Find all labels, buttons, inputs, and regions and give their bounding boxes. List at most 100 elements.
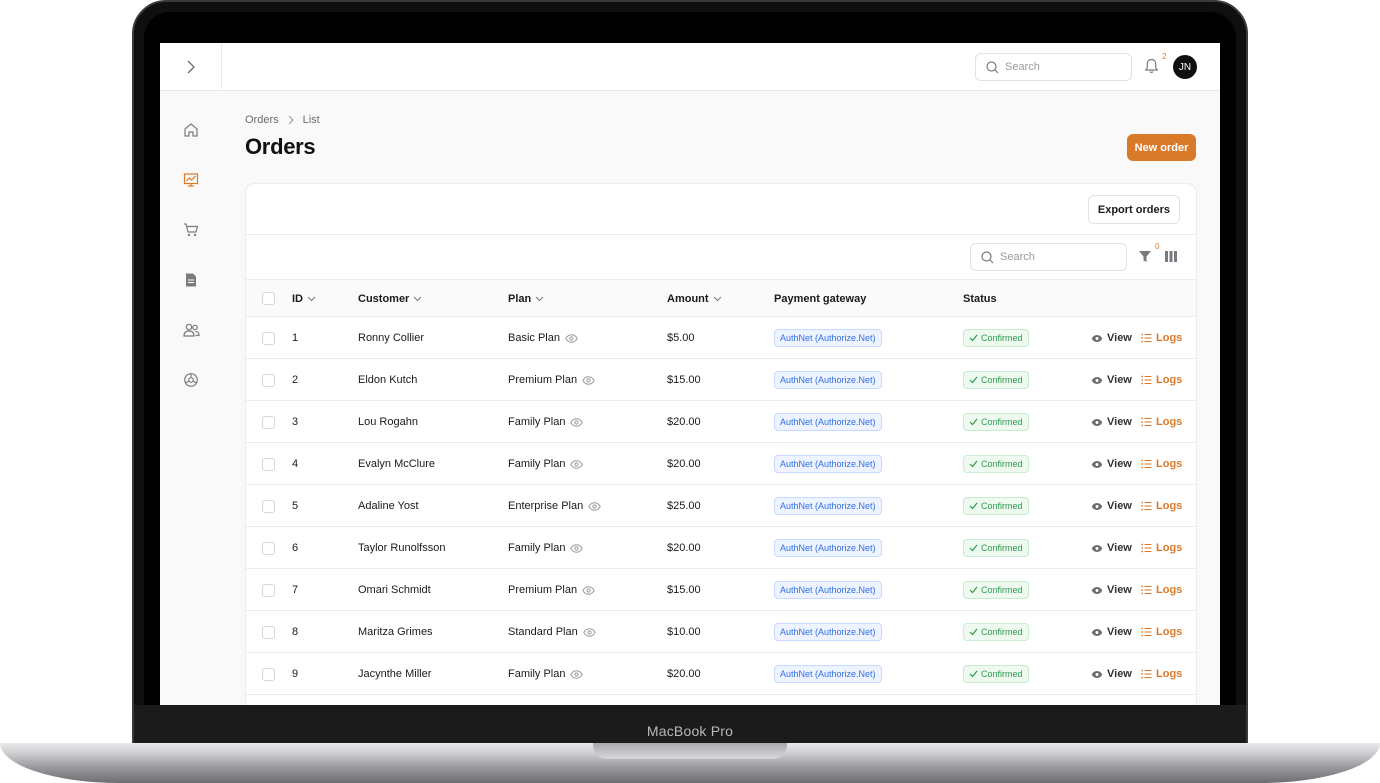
- gateway-badge: AuthNet (Authorize.Net): [774, 539, 882, 557]
- export-orders-button[interactable]: Export orders: [1087, 195, 1180, 224]
- logs-action: Logs: [1141, 626, 1182, 638]
- view-button[interactable]: View: [1091, 569, 1132, 611]
- global-search-input[interactable]: [1005, 61, 1115, 73]
- chevron-down-icon: [713, 296, 721, 301]
- customer-name: Eldon Kutch: [358, 374, 418, 386]
- table-row[interactable]: 6 Taylor Runolfsson Family Plan $20.00 AuthN…: [246, 527, 1196, 569]
- filter-button[interactable]: [1138, 250, 1152, 268]
- check-icon: [969, 586, 978, 594]
- row-checkbox[interactable]: [262, 583, 275, 597]
- plan-preview-button[interactable]: [570, 459, 584, 469]
- order-id: 4: [292, 458, 299, 470]
- sidebar-item-reports[interactable]: [180, 169, 202, 191]
- users-icon: [182, 323, 200, 337]
- gateway-cell: AuthNet (Authorize.Net): [774, 317, 882, 359]
- logs-button[interactable]: Logs: [1141, 485, 1182, 527]
- plan-name: Family Plan: [508, 668, 566, 680]
- list-icon: [1141, 585, 1152, 595]
- table-row[interactable]: 2 Eldon Kutch Premium Plan $15.00 AuthNet (A…: [246, 359, 1196, 401]
- eye-icon: [570, 417, 584, 427]
- sidebar-toggle[interactable]: [160, 43, 222, 90]
- gateway-cell: AuthNet (Authorize.Net): [774, 527, 882, 569]
- row-checkbox[interactable]: [262, 625, 275, 639]
- plan-preview-button[interactable]: [588, 501, 601, 511]
- table-row[interactable]: 8 Maritza Grimes Standard Plan $10.00 AuthNe…: [246, 611, 1196, 653]
- logs-button[interactable]: Logs: [1141, 569, 1182, 611]
- plan-cell: Family Plan: [508, 443, 584, 485]
- logs-button[interactable]: Logs: [1141, 401, 1182, 443]
- columns-toggle-button[interactable]: [1164, 250, 1178, 268]
- column-header-customer[interactable]: Customer: [358, 280, 422, 317]
- table-row[interactable]: 1 Ronny Collier Basic Plan $5.00 AuthNet (Au…: [246, 317, 1196, 359]
- plan-preview-button[interactable]: [582, 585, 595, 595]
- table-search-input[interactable]: [1000, 251, 1110, 263]
- eye-icon: [1091, 418, 1103, 426]
- sidebar-item-documents[interactable]: [180, 269, 202, 291]
- view-button[interactable]: View: [1091, 611, 1132, 653]
- row-checkbox[interactable]: [262, 457, 275, 471]
- order-amount: $20.00: [667, 668, 701, 680]
- table-row[interactable]: 7 Omari Schmidt Premium Plan $15.00 AuthNet …: [246, 569, 1196, 611]
- gateway-badge: AuthNet (Authorize.Net): [774, 623, 882, 641]
- view-button[interactable]: View: [1091, 359, 1132, 401]
- plan-preview-button[interactable]: [570, 669, 584, 679]
- view-button[interactable]: View: [1091, 485, 1132, 527]
- view-button[interactable]: View: [1091, 653, 1132, 695]
- plan-cell: Family Plan: [508, 653, 584, 695]
- table-search[interactable]: [970, 243, 1127, 271]
- eye-icon: [1091, 502, 1103, 510]
- row-select-cell: [262, 401, 275, 443]
- logs-label: Logs: [1156, 542, 1183, 554]
- column-header-id[interactable]: ID: [292, 280, 316, 317]
- table-row[interactable]: 5 Adaline Yost Enterprise Plan $25.00 AuthNe…: [246, 485, 1196, 527]
- plan-preview-button[interactable]: [582, 375, 595, 385]
- sidebar-item-users[interactable]: [180, 319, 202, 341]
- logs-button[interactable]: Logs: [1141, 359, 1182, 401]
- row-checkbox[interactable]: [262, 667, 275, 681]
- column-header-amount[interactable]: Amount: [667, 280, 722, 317]
- table-row[interactable]: 9 Jacynthe Miller Family Plan $20.00 AuthNet…: [246, 653, 1196, 695]
- plan-preview-button[interactable]: [570, 417, 584, 427]
- logs-button[interactable]: Logs: [1141, 653, 1182, 695]
- avatar[interactable]: JN: [1173, 55, 1197, 79]
- row-checkbox[interactable]: [262, 499, 275, 513]
- row-checkbox[interactable]: [262, 331, 275, 345]
- row-checkbox[interactable]: [262, 373, 275, 387]
- logs-button[interactable]: Logs: [1141, 527, 1182, 569]
- logs-button[interactable]: Logs: [1141, 611, 1182, 653]
- global-search[interactable]: [975, 53, 1132, 81]
- logs-button[interactable]: Logs: [1141, 443, 1182, 485]
- filter-count-badge: 0: [1155, 242, 1160, 251]
- row-checkbox[interactable]: [262, 415, 275, 429]
- status-label: Confirmed: [981, 459, 1023, 469]
- view-button[interactable]: View: [1091, 443, 1132, 485]
- notifications-button[interactable]: [1144, 58, 1159, 79]
- view-button[interactable]: View: [1091, 317, 1132, 359]
- order-amount: $10.00: [667, 626, 701, 638]
- plan-preview-button[interactable]: [565, 333, 578, 343]
- table-row[interactable]: 3 Lou Rogahn Family Plan $20.00 AuthNet (Aut…: [246, 401, 1196, 443]
- plan-preview-button[interactable]: [570, 543, 584, 553]
- logs-label: Logs: [1156, 668, 1183, 680]
- sidebar-item-settings[interactable]: [180, 369, 202, 391]
- logs-button[interactable]: Logs: [1141, 317, 1182, 359]
- eye-icon: [570, 459, 584, 469]
- plan-preview-button[interactable]: [582, 627, 596, 637]
- table-body: 1 Ronny Collier Basic Plan $5.00 AuthNet (Au…: [246, 317, 1196, 695]
- row-checkbox[interactable]: [262, 541, 275, 555]
- select-all-checkbox[interactable]: [262, 292, 275, 305]
- gateway-badge: AuthNet (Authorize.Net): [774, 455, 882, 473]
- check-icon: [969, 502, 978, 510]
- new-order-button[interactable]: New order: [1127, 134, 1196, 161]
- view-label: View: [1107, 668, 1132, 680]
- view-button[interactable]: View: [1091, 401, 1132, 443]
- gateway-cell: AuthNet (Authorize.Net): [774, 443, 882, 485]
- column-header-plan[interactable]: Plan: [508, 280, 544, 317]
- sidebar-item-home[interactable]: [180, 119, 202, 141]
- view-action: View: [1091, 458, 1132, 470]
- status-badge: Confirmed: [963, 329, 1029, 347]
- breadcrumb-orders-link[interactable]: Orders: [245, 114, 279, 126]
- view-button[interactable]: View: [1091, 527, 1132, 569]
- sidebar-item-shop[interactable]: [180, 219, 202, 241]
- table-row[interactable]: 4 Evalyn McClure Family Plan $20.00 AuthNet …: [246, 443, 1196, 485]
